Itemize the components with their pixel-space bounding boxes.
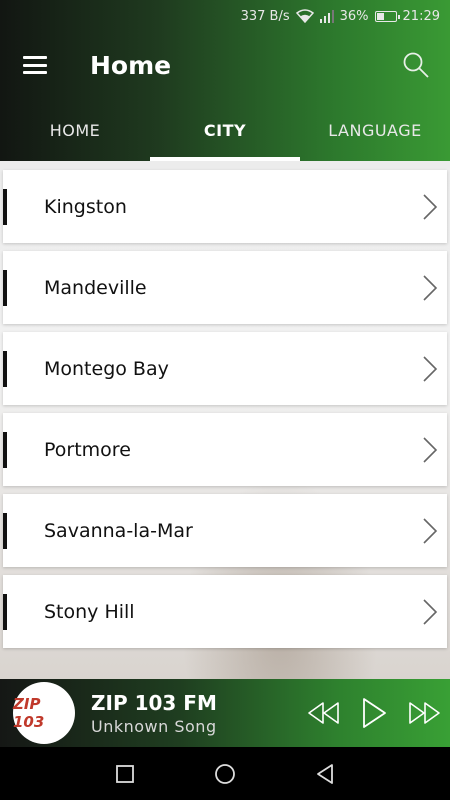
- station-info: ZIP 103 FM Unknown Song: [91, 691, 217, 736]
- list-item-mandeville[interactable]: Mandeville: [3, 251, 447, 324]
- list-item-kingston[interactable]: Kingston: [3, 170, 447, 243]
- recents-button[interactable]: [109, 758, 141, 790]
- app-bar: Home: [0, 32, 450, 98]
- list-item-label: Mandeville: [44, 276, 147, 299]
- song-title: Unknown Song: [91, 716, 217, 736]
- station-name: ZIP 103 FM: [91, 690, 217, 715]
- city-list: Kingston Mandeville Montego Bay Portmore…: [0, 161, 450, 679]
- list-item-indicator: [3, 593, 7, 630]
- back-button[interactable]: [309, 758, 341, 790]
- list-item-label: Kingston: [44, 195, 127, 218]
- list-item-label: Montego Bay: [44, 357, 169, 380]
- hamburger-icon: [23, 56, 47, 74]
- fast-forward-icon: [409, 702, 440, 724]
- station-logo-text: ZIP 103: [13, 695, 45, 731]
- back-triangle-icon: [317, 763, 333, 784]
- clock: 21:29: [402, 8, 440, 24]
- signal-icon: [319, 9, 334, 23]
- menu-button[interactable]: [0, 32, 70, 98]
- chevron-right-icon: [423, 275, 438, 301]
- chevron-right-icon: [423, 518, 438, 544]
- list-item-stony-hill[interactable]: Stony Hill: [3, 575, 447, 648]
- list-item-savanna-la-mar[interactable]: Savanna-la-Mar: [3, 494, 447, 567]
- list-item-label: Savanna-la-Mar: [44, 519, 193, 542]
- fast-forward-button[interactable]: [406, 693, 442, 733]
- list-item-label: Stony Hill: [44, 600, 135, 623]
- tab-home[interactable]: HOME: [0, 100, 150, 161]
- list-item-montego-bay[interactable]: Montego Bay: [3, 332, 447, 405]
- search-button[interactable]: [402, 51, 430, 79]
- tab-bar: HOME CITY LANGUAGE: [0, 100, 450, 161]
- list-item-portmore[interactable]: Portmore: [3, 413, 447, 486]
- rewind-button[interactable]: [306, 693, 342, 733]
- page-title: Home: [90, 50, 172, 80]
- list-item-label: Portmore: [44, 438, 131, 461]
- battery-percent: 36%: [339, 8, 369, 24]
- home-button[interactable]: [209, 758, 241, 790]
- play-icon: [363, 698, 386, 728]
- chevron-right-icon: [423, 356, 438, 382]
- chevron-right-icon: [423, 194, 438, 220]
- list-item-indicator: [3, 188, 7, 225]
- list-item-indicator: [3, 350, 7, 387]
- tab-language[interactable]: LANGUAGE: [300, 100, 450, 161]
- battery-icon: [374, 10, 400, 22]
- tab-city[interactable]: CITY: [150, 100, 300, 161]
- wifi-icon: [295, 9, 314, 23]
- circle-icon: [215, 763, 235, 784]
- list-item-indicator: [3, 431, 7, 468]
- player-controls: [306, 693, 442, 733]
- status-bar: 337 B/s 36% 21:29: [0, 0, 450, 32]
- play-button[interactable]: [356, 693, 392, 733]
- list-item-indicator: [3, 269, 7, 306]
- rewind-icon: [308, 702, 339, 724]
- chevron-right-icon: [423, 437, 438, 463]
- search-icon: [403, 52, 429, 78]
- mini-player[interactable]: ZIP 103 ZIP 103 FM Unknown Song: [0, 679, 450, 747]
- station-logo: ZIP 103: [13, 682, 75, 744]
- list-item-indicator: [3, 512, 7, 549]
- chevron-right-icon: [423, 599, 438, 625]
- network-speed: 337 B/s: [240, 8, 290, 24]
- square-icon: [116, 764, 134, 783]
- system-nav-bar: [0, 747, 450, 800]
